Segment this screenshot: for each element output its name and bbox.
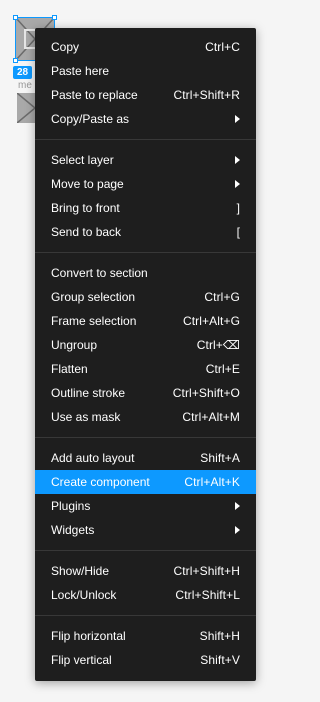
menu-item-label: Paste to replace [51,88,138,102]
menu-item-shortcut: Ctrl+⌫ [196,338,240,352]
menu-item-label: Group selection [51,290,136,304]
menu-item-label: Show/Hide [51,564,110,578]
menu-item-create-component[interactable]: Create component Ctrl+Alt+K [35,470,256,494]
menu-divider [35,252,256,253]
resize-handle-top-left[interactable] [13,15,18,20]
menu-item-select-layer[interactable]: Select layer [35,148,256,172]
menu-item-label: Paste here [51,64,110,78]
menu-item-group-selection[interactable]: Group selection Ctrl+G [35,285,256,309]
menu-item-label: Frame selection [51,314,137,328]
menu-item-label: Send to back [51,225,122,239]
menu-item-ungroup[interactable]: Ungroup Ctrl+⌫ [35,333,256,357]
menu-item-shortcut: Ctrl+C [205,40,240,54]
menu-item-label: Copy [51,40,80,54]
menu-divider [35,437,256,438]
menu-divider [35,139,256,140]
menu-item-copy[interactable]: Copy Ctrl+C [35,35,256,59]
menu-item-shortcut: Ctrl+Shift+R [173,88,240,102]
menu-item-shortcut: Ctrl+E [205,362,240,376]
layer-name-label: me [18,80,32,91]
menu-item-label: Move to page [51,177,124,191]
resize-handle-top-right[interactable] [52,15,57,20]
menu-item-move-to-page[interactable]: Move to page [35,172,256,196]
menu-item-label: Flatten [51,362,88,376]
menu-divider [35,550,256,551]
menu-item-use-as-mask[interactable]: Use as mask Ctrl+Alt+M [35,405,256,429]
menu-item-paste-to-replace[interactable]: Paste to replace Ctrl+Shift+R [35,83,256,107]
menu-item-flip-horizontal[interactable]: Flip horizontal Shift+H [35,624,256,648]
menu-item-shortcut: Ctrl+Shift+H [173,564,240,578]
submenu-arrow-icon [235,180,240,188]
submenu-arrow-icon [235,156,240,164]
menu-item-paste-here[interactable]: Paste here [35,59,256,83]
dimension-badge: 28 [13,66,33,79]
menu-item-label: Select layer [51,153,114,167]
menu-item-shortcut: Shift+A [200,451,240,465]
menu-item-label: Widgets [51,523,95,537]
design-canvas[interactable]: 28 me Copy Ctrl+C Paste here Paste to re… [0,0,271,702]
menu-item-copy-paste-as[interactable]: Copy/Paste as [35,107,256,131]
menu-divider [35,615,256,616]
menu-item-frame-selection[interactable]: Frame selection Ctrl+Alt+G [35,309,256,333]
menu-item-bring-to-front[interactable]: Bring to front ] [35,196,256,220]
menu-item-shortcut: Ctrl+Shift+O [172,386,240,400]
submenu-arrow-icon [235,115,240,123]
menu-item-label: Flip vertical [51,653,112,667]
menu-item-label: Plugins [51,499,91,513]
menu-item-widgets[interactable]: Widgets [35,518,256,542]
context-menu: Copy Ctrl+C Paste here Paste to replace … [35,28,256,681]
submenu-arrow-icon [235,502,240,510]
menu-item-send-to-back[interactable]: Send to back [ [35,220,256,244]
menu-item-outline-stroke[interactable]: Outline stroke Ctrl+Shift+O [35,381,256,405]
menu-item-label: Bring to front [51,201,120,215]
menu-item-show-hide[interactable]: Show/Hide Ctrl+Shift+H [35,559,256,583]
menu-item-shortcut: Shift+H [199,629,240,643]
resize-handle-bottom-left[interactable] [13,58,18,63]
menu-item-flip-vertical[interactable]: Flip vertical Shift+V [35,648,256,672]
menu-item-convert-to-section[interactable]: Convert to section [35,261,256,285]
menu-item-label: Outline stroke [51,386,126,400]
menu-item-shortcut: Ctrl+Alt+G [182,314,240,328]
menu-item-label: Flip horizontal [51,629,126,643]
menu-item-label: Lock/Unlock [51,588,117,602]
menu-item-shortcut: Ctrl+Alt+K [184,475,240,489]
menu-item-shortcut: Shift+V [200,653,240,667]
menu-item-shortcut: [ [236,225,240,239]
menu-item-add-auto-layout[interactable]: Add auto layout Shift+A [35,446,256,470]
menu-item-shortcut: ] [236,201,240,215]
menu-item-flatten[interactable]: Flatten Ctrl+E [35,357,256,381]
menu-item-label: Copy/Paste as [51,112,130,126]
menu-item-label: Add auto layout [51,451,135,465]
menu-item-label: Create component [51,475,150,489]
menu-item-shortcut: Ctrl+G [204,290,240,304]
submenu-arrow-icon [235,526,240,534]
menu-item-label: Convert to section [51,266,148,280]
menu-item-plugins[interactable]: Plugins [35,494,256,518]
menu-item-shortcut: Ctrl+Alt+M [182,410,240,424]
menu-item-label: Use as mask [51,410,121,424]
menu-item-shortcut: Ctrl+Shift+L [175,588,240,602]
menu-item-lock-unlock[interactable]: Lock/Unlock Ctrl+Shift+L [35,583,256,607]
menu-item-label: Ungroup [51,338,98,352]
